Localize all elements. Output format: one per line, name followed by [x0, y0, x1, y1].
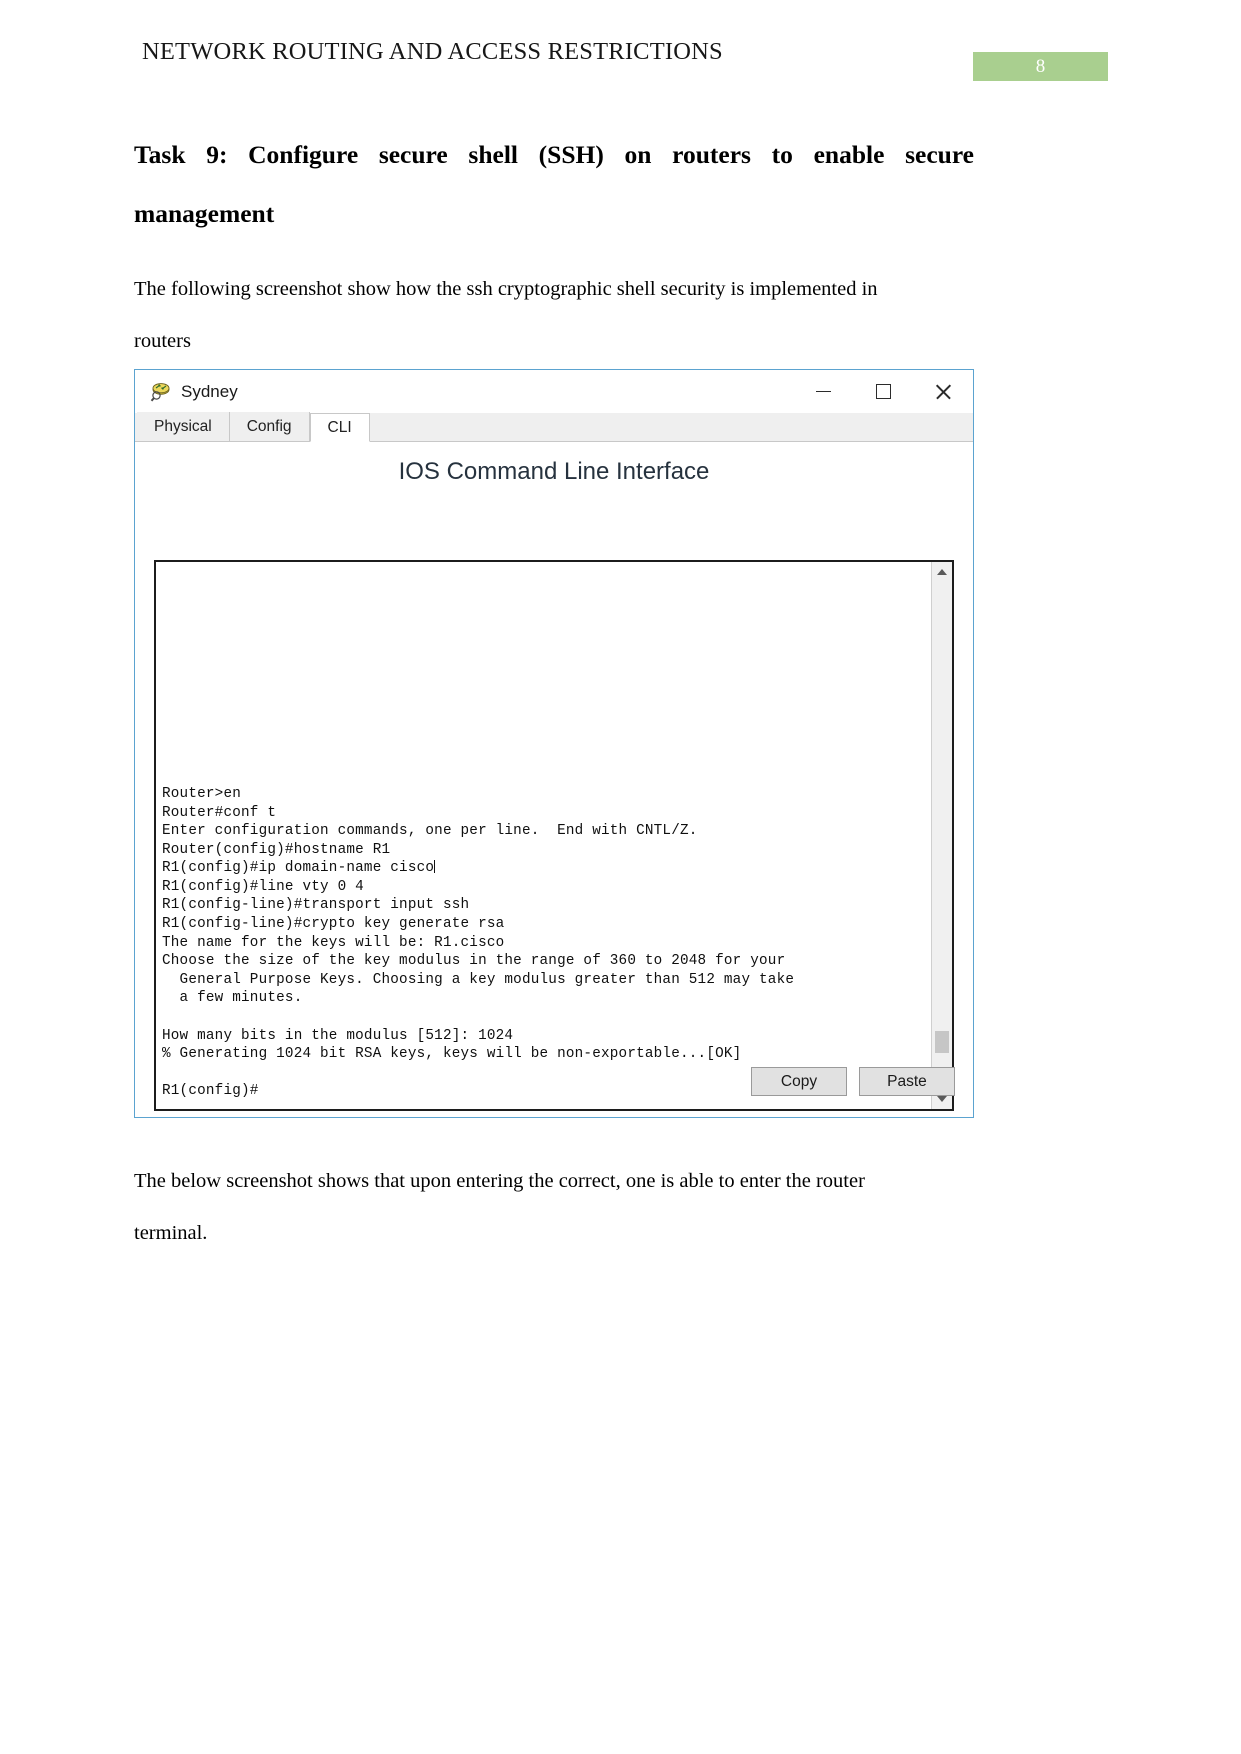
- paste-button[interactable]: Paste: [859, 1067, 955, 1096]
- tab-strip: Physical Config CLI: [135, 412, 973, 442]
- intro-paragraph-line-1: The following screenshot show how the ss…: [134, 278, 878, 300]
- task-heading: Task 9: Configure secure shell (SSH) on …: [134, 125, 974, 243]
- tab-physical[interactable]: Physical: [137, 412, 230, 441]
- terminal-text: Router>en Router#conf t Enter configurat…: [162, 785, 794, 1101]
- closing-paragraph-line-2: terminal.: [134, 1222, 208, 1244]
- document-content-bottom: The below screenshot shows that upon ent…: [134, 1155, 974, 1259]
- text-cursor: [434, 860, 436, 874]
- terminal-container: Router>en Router#conf t Enter configurat…: [154, 560, 954, 1111]
- maximize-icon[interactable]: [853, 370, 913, 413]
- copy-button[interactable]: Copy: [751, 1067, 847, 1096]
- closing-paragraph: The below screenshot shows that upon ent…: [134, 1155, 974, 1259]
- task-heading-line-1: Task 9: Configure secure shell (SSH) on …: [134, 140, 974, 169]
- page-title: NETWORK ROUTING AND ACCESS RESTRICTIONS: [142, 38, 723, 65]
- window-controls: [793, 370, 973, 413]
- cli-panel: IOS Command Line Interface Router>en Rou…: [135, 442, 973, 1117]
- scrollbar-thumb[interactable]: [935, 1031, 949, 1053]
- terminal-text-block-2: R1(config)#line vty 0 4 R1(config-line)#…: [162, 878, 795, 1100]
- tab-cli[interactable]: CLI: [309, 413, 370, 442]
- tab-config[interactable]: Config: [229, 412, 310, 441]
- terminal-text-block-1: Router>en Router#conf t Enter configurat…: [162, 785, 698, 877]
- minimize-icon[interactable]: [793, 370, 853, 413]
- page-number-badge: 8: [973, 52, 1108, 81]
- document-content: Task 9: Configure secure shell (SSH) on …: [134, 125, 974, 367]
- packet-tracer-window: Sydney Physical Config CLI IOS Command L…: [134, 369, 974, 1118]
- terminal-output[interactable]: Router>en Router#conf t Enter configurat…: [156, 562, 931, 1109]
- close-icon[interactable]: [913, 370, 973, 413]
- window-title-bar: Sydney: [135, 370, 973, 413]
- closing-paragraph-line-1: The below screenshot shows that upon ent…: [134, 1170, 865, 1192]
- action-buttons: Copy Paste: [751, 1067, 955, 1096]
- router-icon: [150, 381, 172, 403]
- scroll-up-icon[interactable]: [932, 562, 952, 582]
- window-title-text: Sydney: [181, 381, 238, 401]
- intro-paragraph: The following screenshot show how the ss…: [134, 243, 974, 367]
- intro-paragraph-line-2: routers: [134, 330, 191, 352]
- task-heading-line-2: management: [134, 199, 275, 228]
- cli-heading: IOS Command Line Interface: [398, 458, 710, 485]
- terminal-scrollbar[interactable]: [931, 562, 952, 1109]
